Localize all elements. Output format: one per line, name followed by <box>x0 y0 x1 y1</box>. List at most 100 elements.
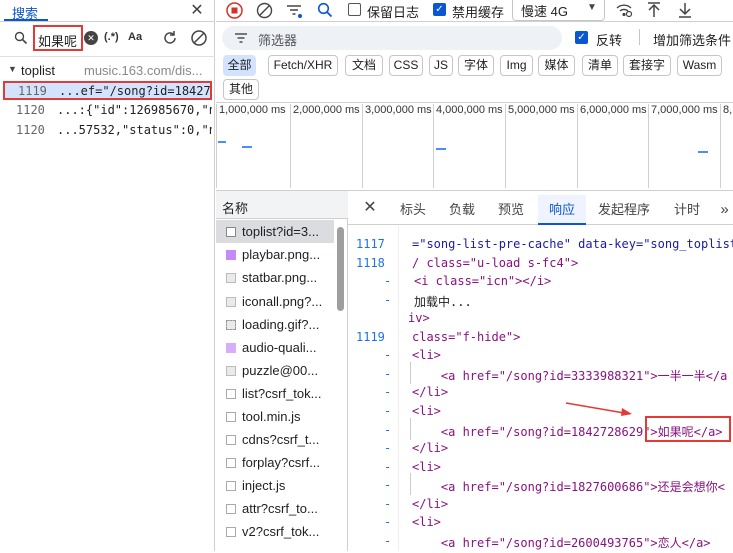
timeline-tick: 8, <box>720 104 733 188</box>
name-column-header: 名称 <box>222 201 249 216</box>
request-row[interactable]: v2?csrf_tok... <box>216 520 334 543</box>
search-input[interactable]: 如果呢 <box>33 25 83 51</box>
gif-icon <box>226 319 236 330</box>
request-row[interactable]: forplay?csrf... <box>216 451 334 474</box>
code-text: </li> <box>412 385 449 399</box>
request-row[interactable]: iconall.png?... <box>216 290 334 313</box>
xhr-icon <box>226 388 236 399</box>
code-line: - <a href="/song?id=2600493765">恋人</a> <box>348 534 733 553</box>
tab-headers[interactable]: 标头 <box>392 195 434 225</box>
code-line: - <a href="/song?id=3333988321">一半一半</a <box>348 367 733 386</box>
close-icon[interactable]: ✕ <box>188 1 206 19</box>
chip-all[interactable]: 全部 <box>223 55 256 76</box>
result-snippet: ...:{"id":126985670,"na... <box>57 103 212 117</box>
chip-doc[interactable]: 文档 <box>345 55 383 76</box>
line-number: 1117 <box>356 237 385 251</box>
code-text: ="song-list-pre-cache" data-key="song_to… <box>412 237 733 251</box>
request-name: attr?csrf_to... <box>242 501 318 516</box>
chip-other[interactable]: 其他 <box>223 79 259 100</box>
request-row[interactable]: cdns?csrf_t... <box>216 428 334 451</box>
line-number: 1119 <box>356 330 385 344</box>
xhr-icon <box>226 526 236 537</box>
request-name: statbar.png... <box>242 270 318 285</box>
chip-fetch-xhr[interactable]: Fetch/XHR <box>268 55 338 76</box>
request-row[interactable]: statbar.png... <box>216 266 334 289</box>
tab-initiator[interactable]: 发起程序 <box>594 195 654 225</box>
request-row[interactable]: audio-quali... <box>216 336 334 359</box>
code-text: <li> <box>412 404 441 418</box>
clear-results-icon[interactable] <box>188 27 210 49</box>
code-line: - <a href="/song?id=1827600686">还是会想你< <box>348 478 733 497</box>
image-icon <box>226 342 236 353</box>
code-line: iv> <box>348 311 733 330</box>
code-line: - <li> <box>348 460 733 479</box>
tab-payload[interactable]: 负载 <box>441 195 483 225</box>
chip-manifest[interactable]: 清单 <box>582 55 618 76</box>
tab-response[interactable]: 响应 <box>538 195 586 225</box>
tab-preview[interactable]: 预览 <box>490 195 532 225</box>
timeline-bar <box>436 148 446 150</box>
chip-wasm[interactable]: Wasm <box>677 55 722 76</box>
timeline-tick: 2,000,000 ms <box>290 104 360 188</box>
image-icon <box>226 365 236 376</box>
indent-guide <box>410 362 411 384</box>
request-row[interactable]: toplist?id=3... <box>216 220 334 243</box>
annotation-arrow <box>560 398 640 418</box>
tab-timing[interactable]: 计时 <box>667 195 707 225</box>
code-text: <li> <box>412 460 441 474</box>
chip-socket[interactable]: 套接字 <box>623 55 671 76</box>
chip-css[interactable]: CSS <box>389 55 423 76</box>
chip-media[interactable]: 媒体 <box>538 55 575 76</box>
document-icon <box>226 226 236 237</box>
request-row[interactable]: puzzle@00... <box>216 359 334 382</box>
search-result-row[interactable]: 1120 ...57532,"status":0,"na... <box>3 121 212 140</box>
request-row[interactable]: list?csrf_tok... <box>216 382 334 405</box>
search-panel-header: 搜索 ✕ <box>0 0 215 22</box>
script-icon <box>226 411 236 422</box>
more-tabs-button[interactable]: » <box>716 195 733 225</box>
tab-underline <box>4 19 48 21</box>
request-name: puzzle@00... <box>242 363 319 378</box>
refresh-icon[interactable] <box>159 27 181 49</box>
timeline-bar <box>218 141 226 143</box>
search-results-divider <box>0 56 215 57</box>
indent-guide <box>410 418 411 440</box>
request-row[interactable]: tool.min.js <box>216 405 334 428</box>
request-row[interactable]: loading.gif?... <box>216 313 334 336</box>
result-group-url: music.163.com/dis... <box>84 63 203 78</box>
code-text: <li> <box>412 515 441 529</box>
timeline-bar <box>242 146 252 148</box>
request-list-scrollbar[interactable] <box>337 227 344 311</box>
indent-guide <box>410 473 411 495</box>
script-icon <box>226 480 236 491</box>
regex-toggle[interactable]: (.*) <box>104 31 119 43</box>
result-line-number: 1120 <box>16 123 45 137</box>
chip-js[interactable]: JS <box>429 55 453 76</box>
result-snippet: ...ef="/song?id=18427... <box>59 84 211 98</box>
code-line: - <li> <box>348 348 733 367</box>
code-line: - 加载中... <box>348 293 733 312</box>
search-result-row[interactable]: 1119 ...ef="/song?id=18427... <box>3 81 212 100</box>
result-group[interactable]: ▼ toplist music.163.com/dis... <box>0 62 215 80</box>
code-text: 加载中... <box>414 295 472 309</box>
timeline-tick: 4,000,000 ms <box>433 104 503 188</box>
expand-triangle-icon: ▼ <box>8 64 17 74</box>
xhr-icon <box>226 457 236 468</box>
request-row[interactable]: playbar.png... <box>216 243 334 266</box>
code-text: iv> <box>408 311 430 325</box>
code-text: <li> <box>412 348 441 362</box>
tab-response-underline <box>538 223 586 225</box>
clear-search-icon[interactable]: ✕ <box>84 31 98 45</box>
request-name: forplay?csrf... <box>242 455 321 470</box>
chip-font[interactable]: 字体 <box>458 55 494 76</box>
search-result-row[interactable]: 1120 ...:{"id":126985670,"na... <box>3 101 212 120</box>
result-line-number: 1120 <box>16 103 45 117</box>
close-detail-icon[interactable]: ✕ <box>360 197 380 217</box>
code-line: - <i class="icn"></i> <box>348 274 733 293</box>
chip-img[interactable]: Img <box>500 55 533 76</box>
match-case-toggle[interactable]: Aa <box>128 31 142 43</box>
request-name: toplist?id=3... <box>242 224 319 239</box>
request-row[interactable]: inject.js <box>216 474 334 497</box>
request-list-header[interactable]: 名称 <box>216 191 348 219</box>
request-row[interactable]: attr?csrf_to... <box>216 497 334 520</box>
